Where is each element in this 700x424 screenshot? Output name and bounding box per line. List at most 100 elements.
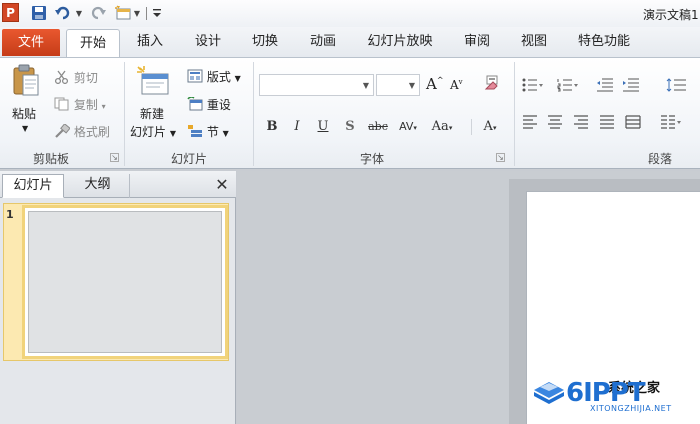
tab-special-features[interactable]: 特色功能 bbox=[574, 27, 634, 57]
clipboard-group-label: 剪贴板 bbox=[32, 152, 69, 166]
justify-button[interactable] bbox=[599, 115, 615, 133]
decrease-indent-icon bbox=[596, 78, 614, 96]
new-slide-arrow-icon: ▼ bbox=[169, 129, 176, 138]
slides-panel: 幻灯片 大纲 ✕ 1 bbox=[0, 171, 236, 424]
format-painter-button[interactable]: 格式刷 bbox=[54, 123, 110, 141]
slides-group-label: 幻灯片 bbox=[170, 152, 207, 166]
cut-button[interactable]: 剪切 bbox=[54, 69, 98, 87]
font-color-icon: A bbox=[483, 119, 493, 134]
format-painter-label: 格式刷 bbox=[73, 125, 110, 139]
reset-icon bbox=[187, 96, 203, 114]
align-center-button[interactable] bbox=[547, 115, 563, 133]
bullets-button[interactable] bbox=[522, 78, 544, 96]
slide-thumbnail-preview bbox=[28, 211, 222, 353]
bullets-icon bbox=[522, 78, 544, 96]
numbering-button[interactable] bbox=[557, 78, 579, 96]
scissors-icon bbox=[54, 70, 70, 87]
watermark-url: XITONGZHIJIA.NET bbox=[590, 404, 672, 413]
paragraph-group-label: 段落 bbox=[647, 152, 672, 166]
font-name-dropdown-icon[interactable]: ▼ bbox=[363, 81, 369, 90]
group-divider bbox=[514, 62, 515, 166]
tab-design[interactable]: 设计 bbox=[190, 27, 226, 57]
copy-button[interactable]: 复制 ▾ bbox=[54, 96, 106, 114]
new-slide-dropdown[interactable]: 幻灯片 ▼ bbox=[130, 123, 176, 140]
justify-icon bbox=[599, 115, 615, 133]
increase-indent-icon bbox=[622, 78, 640, 96]
new-slide-label[interactable]: 新建 bbox=[140, 105, 164, 122]
customize-qat-icon[interactable] bbox=[150, 4, 164, 22]
tab-slide-show[interactable]: 幻灯片放映 bbox=[364, 27, 436, 57]
line-spacing-button[interactable] bbox=[666, 78, 688, 96]
paste-button[interactable]: 粘贴 bbox=[12, 105, 36, 122]
change-case-button[interactable]: Aa▾ bbox=[428, 116, 456, 138]
redo-icon[interactable] bbox=[90, 4, 108, 22]
tab-file[interactable]: 文件 bbox=[2, 29, 60, 56]
font-dialog-launcher-icon[interactable]: ↘ bbox=[496, 153, 505, 162]
paste-icon[interactable] bbox=[12, 64, 40, 98]
strikethrough-button[interactable]: abc bbox=[366, 116, 390, 138]
align-center-icon bbox=[547, 115, 563, 133]
undo-icon[interactable] bbox=[54, 4, 72, 22]
layout-icon bbox=[187, 69, 203, 86]
decrease-indent-button[interactable] bbox=[596, 78, 614, 96]
text-shadow-button[interactable]: S bbox=[342, 116, 358, 138]
tab-transitions[interactable]: 切换 bbox=[247, 27, 283, 57]
align-right-button[interactable] bbox=[573, 115, 589, 133]
distributed-button[interactable] bbox=[625, 115, 641, 133]
font-size-dropdown-icon[interactable]: ▼ bbox=[409, 81, 415, 90]
undo-dropdown-icon[interactable]: ▼ bbox=[74, 4, 84, 22]
numbering-icon bbox=[557, 78, 579, 96]
reset-button[interactable]: 重设 bbox=[187, 96, 231, 114]
distributed-icon bbox=[625, 115, 641, 133]
tab-home[interactable]: 开始 bbox=[66, 29, 120, 57]
columns-button[interactable] bbox=[660, 115, 682, 133]
new-slide-label-line2: 幻灯片 bbox=[130, 125, 167, 139]
clipboard-dialog-launcher-icon[interactable]: ↘ bbox=[110, 153, 119, 162]
grow-font-icon: A bbox=[426, 75, 437, 93]
tab-view[interactable]: 视图 bbox=[516, 27, 552, 57]
font-name-combobox[interactable]: ▼ bbox=[259, 74, 374, 96]
ribbon-tabs: 文件 开始 插入 设计 切换 动画 幻灯片放映 审阅 视图 特色功能 bbox=[0, 27, 700, 57]
group-divider bbox=[124, 62, 125, 166]
italic-button[interactable]: I bbox=[289, 116, 305, 138]
layout-label: 版式 bbox=[206, 70, 231, 84]
tab-animations[interactable]: 动画 bbox=[305, 27, 341, 57]
font-size-combobox[interactable]: ▼ bbox=[376, 74, 420, 96]
clear-formatting-icon bbox=[483, 75, 501, 94]
underline-button[interactable]: U bbox=[315, 116, 331, 138]
slide-number: 1 bbox=[6, 208, 14, 221]
align-right-icon bbox=[573, 115, 589, 133]
ribbon-home: 粘贴 ▼ 剪切 复制 ▾ 格式刷 剪贴板 ↘ 新建 幻灯片 ▼ 版式 ▼ 重设 … bbox=[0, 57, 700, 169]
increase-indent-button[interactable] bbox=[622, 78, 640, 96]
document-title: 演示文稿1 bbox=[643, 8, 699, 22]
character-spacing-button[interactable]: AV▾ bbox=[395, 116, 421, 138]
tab-review[interactable]: 审阅 bbox=[459, 27, 495, 57]
new-slide-quick-icon[interactable] bbox=[114, 4, 132, 22]
paste-dropdown-icon[interactable]: ▼ bbox=[22, 124, 28, 133]
save-icon[interactable] bbox=[30, 4, 48, 22]
line-spacing-icon bbox=[666, 78, 688, 96]
align-left-icon bbox=[522, 115, 538, 133]
font-group-label: 字体 bbox=[359, 152, 384, 166]
tab-insert[interactable]: 插入 bbox=[132, 27, 168, 57]
bold-button[interactable]: B bbox=[264, 116, 280, 138]
tab-slides-panel[interactable]: 幻灯片 bbox=[2, 174, 64, 198]
section-button[interactable]: 节 ▼ bbox=[187, 123, 229, 141]
font-color-button[interactable]: A▾ bbox=[475, 116, 505, 138]
section-icon bbox=[187, 124, 203, 141]
powerpoint-app-icon[interactable]: P bbox=[2, 3, 19, 22]
layout-button[interactable]: 版式 ▼ bbox=[187, 68, 241, 86]
shrink-font-button[interactable]: Av bbox=[450, 78, 463, 92]
new-slide-icon[interactable] bbox=[136, 66, 172, 98]
slide-thumbnail[interactable] bbox=[22, 205, 228, 359]
cut-label: 剪切 bbox=[73, 71, 98, 85]
new-slide-dropdown-icon[interactable]: ▼ bbox=[132, 4, 142, 22]
clear-formatting-button[interactable] bbox=[483, 75, 501, 94]
tab-outline-panel[interactable]: 大纲 bbox=[66, 174, 130, 198]
character-spacing-icon: AV bbox=[399, 120, 414, 133]
reset-label: 重设 bbox=[206, 98, 231, 112]
grow-font-button[interactable]: A^ bbox=[426, 75, 444, 93]
align-left-button[interactable] bbox=[522, 115, 538, 133]
copy-dropdown-icon[interactable]: ▾ bbox=[102, 102, 106, 111]
close-icon[interactable]: ✕ bbox=[213, 175, 231, 194]
